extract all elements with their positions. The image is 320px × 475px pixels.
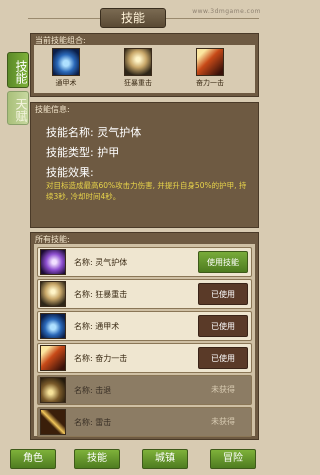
skill-type-line: 技能类型: 护甲: [46, 146, 120, 159]
skill-row-power-strike[interactable]: 名称: 奋力一击 已使用: [37, 343, 252, 373]
armor-skill-icon: [40, 313, 66, 339]
armor-skill-icon: [52, 48, 80, 76]
skill-row-name: 名称: 奋力一击: [74, 354, 128, 363]
skill-list: 名称: 灵气护体 使用技能 名称: 狂暴重击 已使用 名称: 通甲术 已使用 名…: [34, 244, 255, 437]
skill-row-spirit-aura[interactable]: 名称: 灵气护体 使用技能: [37, 247, 252, 277]
skill-row-name: 名称: 灵气护体: [74, 258, 128, 267]
skill-row-name: 名称: 狂暴重击: [74, 290, 128, 299]
combo-slot-name: 狂暴重击: [124, 79, 152, 87]
power-strike-icon: [40, 345, 66, 371]
skill-used-button[interactable]: 已使用: [198, 315, 248, 337]
skill-effect-label: 技能效果:: [46, 166, 94, 179]
page-title: 技能: [100, 8, 166, 28]
nav-skills-button[interactable]: 技能: [74, 449, 120, 469]
skill-locked-status: 未获得: [211, 385, 235, 394]
nav-town-button[interactable]: 城镇: [142, 449, 188, 469]
skill-row-armor[interactable]: 名称: 通甲术 已使用: [37, 311, 252, 341]
skill-locked-status: 未获得: [211, 417, 235, 426]
all-skills-panel: 所有技能: 名称: 灵气护体 使用技能 名称: 狂暴重击 已使用 名称: 通甲术…: [30, 232, 259, 440]
combo-slot-name: 奋力一击: [196, 79, 224, 87]
hit-icon: [40, 377, 66, 403]
skill-row-name: 名称: 击退: [74, 386, 112, 395]
skill-row-hit[interactable]: 名称: 击退 未获得: [37, 375, 252, 405]
bottom-nav: 角色 技能 城镇 冒险: [0, 446, 267, 475]
nav-adventure-button[interactable]: 冒险: [210, 449, 256, 469]
skill-effect-text: 对目标造成最高60%攻击力伤害, 并提升自身50%的护甲, 持续3秒, 冷却时间…: [46, 181, 247, 201]
thunder-icon: [40, 409, 66, 435]
skill-row-name: 名称: 通甲术: [74, 322, 120, 331]
power-strike-icon: [196, 48, 224, 76]
use-skill-button[interactable]: 使用技能: [198, 251, 248, 273]
combo-slot-1[interactable]: 通甲术: [40, 48, 92, 88]
frenzy-strike-icon: [124, 48, 152, 76]
combo-slot-3[interactable]: 奋力一击: [184, 48, 236, 88]
nav-character-button[interactable]: 角色: [10, 449, 56, 469]
skill-used-button[interactable]: 已使用: [198, 283, 248, 305]
spirit-aura-icon: [40, 249, 66, 275]
tab-talent[interactable]: 天赋: [7, 91, 29, 125]
skill-name-line: 技能名称: 灵气护体: [46, 126, 142, 139]
skill-row-thunder[interactable]: 名称: 雷击 未获得: [37, 407, 252, 437]
skill-used-button[interactable]: 已使用: [198, 347, 248, 369]
watermark: www.3dmgame.com: [192, 8, 261, 15]
combo-slot-name: 通甲术: [55, 79, 77, 87]
current-combo-panel: 当前技能组合: 通甲术 狂暴重击 奋力一击: [30, 33, 259, 97]
combo-slot-2[interactable]: 狂暴重击: [112, 48, 164, 88]
combo-slots: 通甲术 狂暴重击 奋力一击: [34, 45, 255, 93]
tab-skills[interactable]: 技能: [7, 52, 29, 88]
skill-row-frenzy-strike[interactable]: 名称: 狂暴重击 已使用: [37, 279, 252, 309]
skill-row-name: 名称: 雷击: [74, 418, 112, 427]
frenzy-strike-icon: [40, 281, 66, 307]
skill-info-panel: 技能信息: 技能名称: 灵气护体 技能类型: 护甲 技能效果: 对目标造成最高6…: [30, 102, 259, 228]
skill-info-body: 技能名称: 灵气护体 技能类型: 护甲 技能效果: 对目标造成最高60%攻击力伤…: [34, 114, 255, 224]
